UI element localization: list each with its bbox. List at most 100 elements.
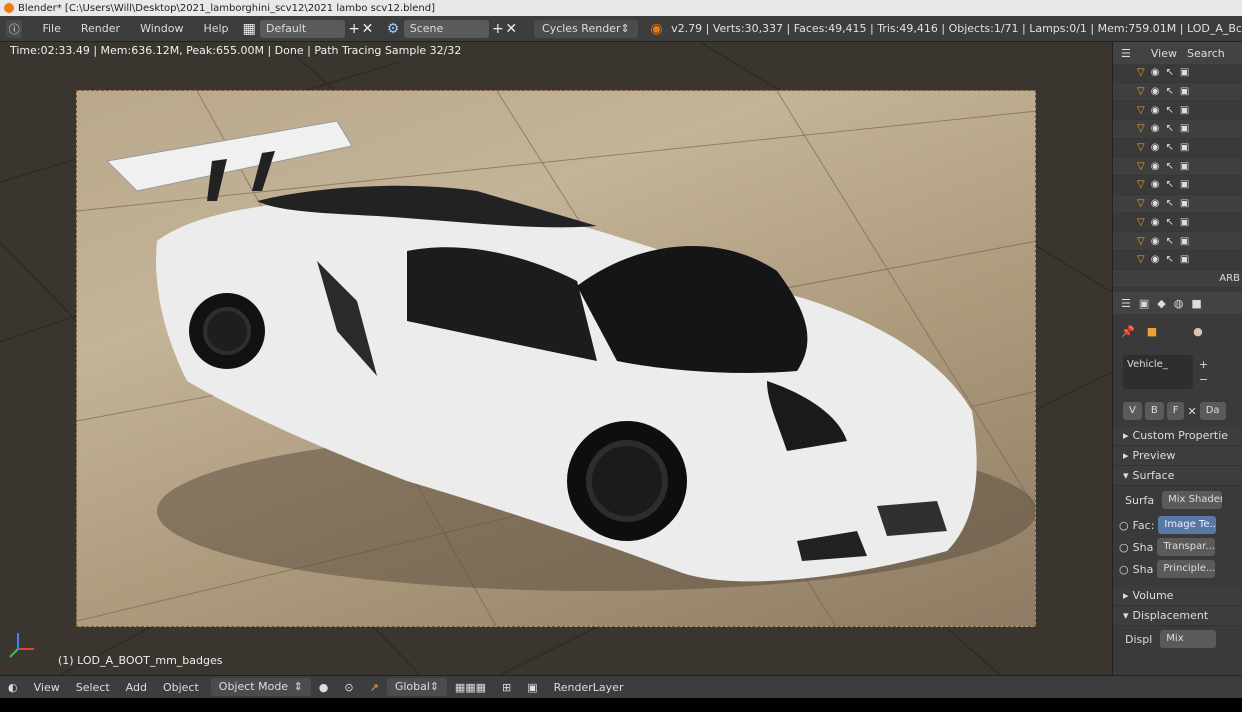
- close-icon[interactable]: ✕: [1187, 405, 1196, 418]
- editor-type-3d-icon[interactable]: ◐: [0, 681, 26, 694]
- remove-slot-icon[interactable]: −: [1199, 373, 1208, 386]
- camera-render-icon[interactable]: ▣: [1180, 123, 1189, 134]
- render-tab-icon[interactable]: ▣: [1139, 297, 1149, 310]
- properties-editor-icon[interactable]: ☰: [1121, 297, 1131, 310]
- outliner-row[interactable]: ▽ ◉ ↖ ▣: [1113, 120, 1242, 139]
- outliner-row[interactable]: ▽ ◉ ↖ ▣: [1113, 64, 1242, 83]
- camera-render-icon[interactable]: ▣: [1180, 161, 1189, 172]
- camera-render-icon[interactable]: ▣: [1180, 67, 1189, 78]
- eye-icon[interactable]: ◉: [1151, 217, 1160, 228]
- outliner-row[interactable]: ▽ ◉ ↖ ▣: [1113, 176, 1242, 195]
- cursor-icon[interactable]: ↖: [1165, 217, 1173, 228]
- menu-select[interactable]: Select: [68, 681, 118, 694]
- displacement-button[interactable]: Mix: [1160, 630, 1217, 648]
- pin-icon[interactable]: 📌: [1121, 325, 1135, 338]
- outliner-row[interactable]: ▽ ◉ ↖ ▣: [1113, 194, 1242, 214]
- scene-field[interactable]: Scene: [403, 19, 490, 38]
- camera-render-icon[interactable]: ▣: [1180, 179, 1189, 190]
- eye-icon[interactable]: ◉: [1151, 236, 1160, 247]
- orientation-select[interactable]: Global ⇕: [386, 678, 447, 696]
- outliner-editor-icon[interactable]: ☰: [1121, 47, 1131, 60]
- world-tab-icon[interactable]: ◍: [1174, 297, 1184, 310]
- object-tab-icon[interactable]: ■: [1191, 297, 1201, 310]
- cursor-icon[interactable]: ↖: [1165, 86, 1173, 97]
- object-cube-icon[interactable]: ■: [1147, 325, 1157, 338]
- outliner-row[interactable]: ▽ ◉ ↖ ▣: [1113, 157, 1242, 177]
- cursor-icon[interactable]: ↖: [1165, 105, 1173, 116]
- cursor-icon[interactable]: ↖: [1165, 142, 1173, 153]
- cursor-icon[interactable]: ↖: [1165, 236, 1173, 247]
- cursor-icon[interactable]: ↖: [1165, 161, 1173, 172]
- eye-icon[interactable]: ◉: [1151, 86, 1160, 97]
- eye-icon[interactable]: ◉: [1151, 161, 1160, 172]
- camera-render-icon[interactable]: ▣: [1180, 142, 1189, 153]
- cursor-icon[interactable]: ↖: [1165, 67, 1173, 78]
- outliner-menu-search[interactable]: Search: [1187, 47, 1225, 60]
- outliner-row[interactable]: ▽ ◉ ↖ ▣: [1113, 101, 1242, 121]
- pivot-icon[interactable]: ⊙: [336, 681, 361, 694]
- render-layers-icon[interactable]: ▣: [519, 681, 545, 694]
- menu-view[interactable]: View: [26, 681, 68, 694]
- cursor-icon[interactable]: ↖: [1165, 179, 1173, 190]
- render-engine-select[interactable]: Cycles Render ⇕: [534, 19, 638, 38]
- shader1-button[interactable]: Transpar...: [1157, 538, 1216, 556]
- camera-render-icon[interactable]: ▣: [1180, 217, 1189, 228]
- remove-scene-icon[interactable]: ✕: [505, 20, 518, 38]
- eye-icon[interactable]: ◉: [1151, 123, 1160, 134]
- add-layout-icon[interactable]: +: [347, 20, 360, 38]
- menu-window[interactable]: Window: [130, 16, 193, 41]
- cursor-icon[interactable]: ↖: [1165, 123, 1173, 134]
- outliner-menu-view[interactable]: View: [1151, 47, 1177, 60]
- mode-select[interactable]: Object Mode ⇕: [210, 678, 311, 696]
- eye-icon[interactable]: ◉: [1151, 105, 1160, 116]
- eye-icon[interactable]: ◉: [1151, 67, 1160, 78]
- surface-shader-button[interactable]: Mix Shader: [1162, 491, 1223, 509]
- cursor-icon[interactable]: ↖: [1165, 254, 1173, 265]
- camera-render-icon[interactable]: ▣: [1180, 254, 1189, 265]
- eye-icon[interactable]: ◉: [1151, 179, 1160, 190]
- add-slot-icon[interactable]: +: [1199, 358, 1208, 371]
- camera-render-icon[interactable]: ▣: [1180, 198, 1189, 209]
- panel-custom-properties[interactable]: ▸ Custom Propertie: [1113, 426, 1242, 446]
- datablock-b[interactable]: B: [1144, 402, 1164, 420]
- camera-render-icon[interactable]: ▣: [1180, 236, 1189, 247]
- outliner-row[interactable]: ▽ ◉ ↖ ▣: [1113, 214, 1242, 233]
- snap-icon[interactable]: ⊞: [494, 681, 519, 694]
- material-slot-list[interactable]: Vehicle_: [1123, 355, 1193, 389]
- outliner-row[interactable]: ▽ ◉ ↖ ▣: [1113, 139, 1242, 158]
- camera-render-icon[interactable]: ▣: [1180, 105, 1189, 116]
- layers-grid-icon[interactable]: ▦▦▦: [447, 681, 494, 694]
- screen-layout-field[interactable]: Default: [259, 19, 346, 38]
- cursor-icon[interactable]: ↖: [1165, 198, 1173, 209]
- eye-icon[interactable]: ◉: [1151, 142, 1160, 153]
- fac-input-button[interactable]: Image Te...: [1158, 516, 1217, 534]
- datablock-da[interactable]: Da: [1199, 402, 1226, 420]
- datablock-f[interactable]: F: [1166, 402, 1185, 420]
- scene-tab-icon[interactable]: ◆: [1157, 297, 1165, 310]
- menu-help[interactable]: Help: [193, 16, 238, 41]
- outliner-row[interactable]: ▽ ◉ ↖ ▣: [1113, 251, 1242, 270]
- screen-layout-icon[interactable]: ▦: [243, 20, 256, 38]
- 3d-viewport[interactable]: Time:02:33.49 | Mem:636.12M, Peak:655.00…: [0, 42, 1112, 675]
- menu-file[interactable]: File: [32, 16, 70, 41]
- panel-preview[interactable]: ▸ Preview: [1113, 446, 1242, 466]
- remove-layout-icon[interactable]: ✕: [361, 20, 374, 38]
- manipulator-icon[interactable]: ↗: [362, 681, 387, 694]
- material-sphere-icon[interactable]: ●: [1193, 325, 1203, 338]
- shader2-button[interactable]: Principle...: [1157, 560, 1216, 578]
- add-scene-icon[interactable]: +: [491, 20, 504, 38]
- scene-icon[interactable]: ⚙: [386, 20, 400, 38]
- editor-type-info-icon[interactable]: ⓘ: [6, 19, 23, 38]
- eye-icon[interactable]: ◉: [1151, 254, 1160, 265]
- menu-render[interactable]: Render: [71, 16, 130, 41]
- camera-render-icon[interactable]: ▣: [1180, 86, 1189, 97]
- outliner-row[interactable]: ▽ ◉ ↖ ▣: [1113, 82, 1242, 102]
- menu-add[interactable]: Add: [118, 681, 155, 694]
- panel-volume[interactable]: ▸ Volume: [1113, 586, 1242, 606]
- menu-object[interactable]: Object: [155, 681, 207, 694]
- outliner-row[interactable]: ▽ ◉ ↖ ▣: [1113, 232, 1242, 251]
- panel-displacement[interactable]: ▾ Displacement: [1113, 606, 1242, 626]
- shading-icon[interactable]: ●: [311, 681, 337, 694]
- eye-icon[interactable]: ◉: [1151, 198, 1160, 209]
- panel-surface[interactable]: ▾ Surface: [1113, 466, 1242, 486]
